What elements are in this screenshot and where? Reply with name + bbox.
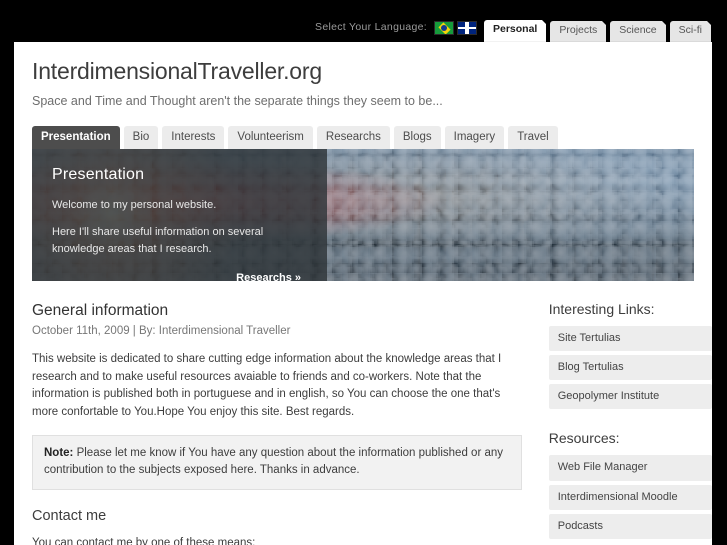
sidebar: Interesting Links: Site Tertulias Blog T…: [548, 300, 712, 545]
article-body: This website is dedicated to share cutti…: [32, 353, 502, 418]
top-bar-inner: Select Your Language: Personal Projects …: [315, 0, 727, 42]
content-columns: General information October 11th, 2009 |…: [32, 301, 712, 545]
note-box: Note: Please let me know if You have any…: [32, 435, 522, 490]
top-bar: Select Your Language: Personal Projects …: [0, 0, 727, 42]
top-tab-science[interactable]: Science: [610, 21, 667, 42]
top-tab-projects[interactable]: Projects: [550, 21, 607, 42]
hero-title: Presentation: [52, 165, 145, 183]
contact-title: Contact me: [32, 507, 107, 524]
sidebar-resources-heading: Resources:: [548, 430, 620, 447]
note-text: Please let me know if You have any quest…: [44, 447, 504, 477]
sidebar-links-heading: Interesting Links:: [548, 300, 655, 317]
uk-flag-icon[interactable]: [457, 21, 477, 35]
contact-intro: You can contact me by one of these means…: [32, 536, 256, 545]
hero-paragraph-description: Here I'll share useful information on se…: [52, 226, 264, 255]
hero-banner: Presentation Welcome to my personal webs…: [32, 148, 694, 281]
top-tab-personal[interactable]: Personal: [484, 20, 547, 42]
hero-paragraph-welcome: Welcome to my personal website.: [52, 198, 217, 211]
note-label: Note:: [44, 447, 74, 460]
hero-content: Presentation Welcome to my personal webs…: [32, 149, 327, 281]
sidebar-link-geopolymer-institute[interactable]: Geopolymer Institute: [548, 384, 712, 410]
brazil-flag-icon[interactable]: [434, 21, 454, 35]
nav-tab-travel[interactable]: Travel: [508, 125, 558, 149]
language-selector-label: Select Your Language:: [315, 21, 427, 33]
page-root: Select Your Language: Personal Projects …: [0, 0, 727, 545]
site-title: InterdimensionalTraveller.org: [32, 58, 322, 84]
hero-link-container: Researchs »: [52, 268, 307, 281]
sidebar-link-interdimensional-moodle[interactable]: Interdimensional Moodle: [548, 484, 712, 510]
main-column: General information October 11th, 2009 |…: [32, 301, 527, 545]
nav-tab-researchs[interactable]: Researchs: [316, 125, 390, 149]
sidebar-link-blog-tertulias[interactable]: Blog Tertulias: [548, 355, 712, 381]
hero-researchs-link[interactable]: Researchs »: [236, 272, 301, 281]
nav-tab-presentation[interactable]: Presentation: [32, 125, 120, 149]
nav-tab-bio[interactable]: Bio: [123, 125, 159, 149]
nav-tab-interests[interactable]: Interests: [162, 125, 225, 149]
article-title: General information: [32, 301, 169, 319]
site-tagline: Space and Time and Thought aren't the se…: [32, 93, 443, 108]
sidebar-link-podcasts[interactable]: Podcasts: [548, 513, 712, 539]
sidebar-link-web-file-manager[interactable]: Web File Manager: [548, 455, 712, 481]
top-tab-scifi[interactable]: Sci-fi: [669, 21, 712, 42]
page-content: InterdimensionalTraveller.org Space and …: [14, 42, 712, 545]
site-header: InterdimensionalTraveller.org Space and …: [14, 42, 712, 109]
sidebar-link-site-tertulias[interactable]: Site Tertulias: [548, 325, 712, 352]
nav-tab-volunteerism[interactable]: Volunteerism: [228, 125, 313, 149]
main-navigation: Presentation Bio Interests Volunteerism …: [32, 125, 712, 149]
nav-tab-blogs[interactable]: Blogs: [393, 125, 441, 149]
article-meta: October 11th, 2009 | By: Interdimensiona…: [32, 325, 291, 338]
nav-tab-imagery[interactable]: Imagery: [444, 125, 505, 149]
